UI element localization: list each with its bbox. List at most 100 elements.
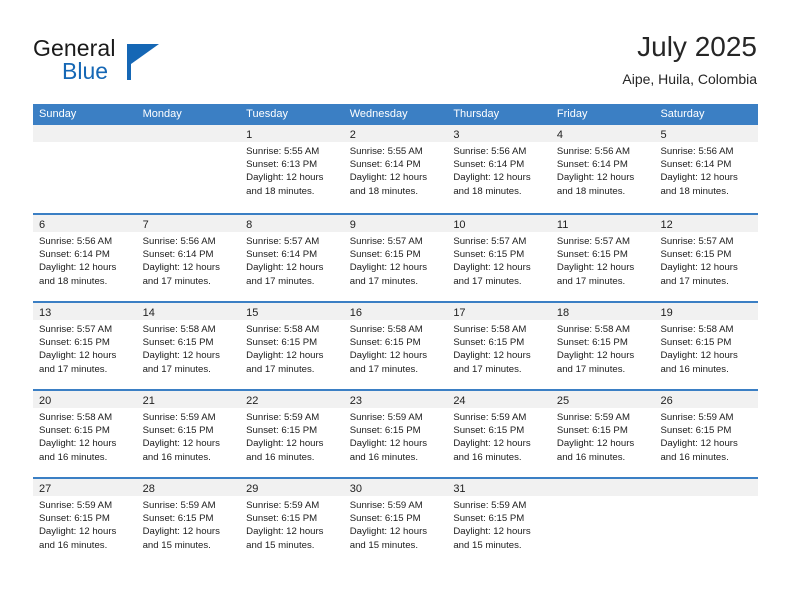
weekday-header-row: Sunday Monday Tuesday Wednesday Thursday… xyxy=(33,104,758,125)
day-number: 22 xyxy=(246,395,259,407)
day-cell[interactable]: 6 Sunrise: 5:56 AM Sunset: 6:14 PM Dayli… xyxy=(33,215,137,301)
daylight-text-line1: Daylight: 12 hours xyxy=(142,262,220,274)
day-details: Sunrise: 5:59 AM Sunset: 6:15 PM Dayligh… xyxy=(33,496,137,552)
daylight-text-line2: and 18 minutes. xyxy=(246,185,315,197)
day-details: Sunrise: 5:57 AM Sunset: 6:15 PM Dayligh… xyxy=(551,232,655,288)
day-cell[interactable]: 27 Sunrise: 5:59 AM Sunset: 6:15 PM Dayl… xyxy=(33,479,137,565)
title-block: July 2025 Aipe, Huila, Colombia xyxy=(622,30,757,89)
day-cell[interactable] xyxy=(136,125,241,213)
daylight-text-line2: and 17 minutes. xyxy=(246,363,315,375)
day-cell[interactable]: 1 Sunrise: 5:55 AM Sunset: 6:13 PM Dayli… xyxy=(240,125,344,213)
day-cell[interactable] xyxy=(550,479,655,565)
day-number-bar: 2 xyxy=(343,125,448,142)
day-cell[interactable] xyxy=(654,479,759,565)
daylight-text-line2: and 18 minutes. xyxy=(39,275,108,287)
sunrise-text: Sunrise: 5:56 AM xyxy=(660,146,734,157)
day-cell[interactable]: 29 Sunrise: 5:59 AM Sunset: 6:15 PM Dayl… xyxy=(240,479,344,565)
day-cell[interactable]: 28 Sunrise: 5:59 AM Sunset: 6:15 PM Dayl… xyxy=(136,479,241,565)
day-cell[interactable]: 17 Sunrise: 5:58 AM Sunset: 6:15 PM Dayl… xyxy=(447,303,551,389)
day-cell[interactable]: 5 Sunrise: 5:56 AM Sunset: 6:14 PM Dayli… xyxy=(654,125,759,213)
day-cell[interactable]: 24 Sunrise: 5:59 AM Sunset: 6:15 PM Dayl… xyxy=(447,391,551,477)
daylight-text-line1: Daylight: 12 hours xyxy=(246,172,324,184)
day-cell[interactable]: 21 Sunrise: 5:59 AM Sunset: 6:15 PM Dayl… xyxy=(136,391,241,477)
day-details: Sunrise: 5:57 AM Sunset: 6:15 PM Dayligh… xyxy=(654,232,758,288)
day-cell[interactable]: 7 Sunrise: 5:56 AM Sunset: 6:14 PM Dayli… xyxy=(136,215,241,301)
day-cell[interactable]: 12 Sunrise: 5:57 AM Sunset: 6:15 PM Dayl… xyxy=(654,215,759,301)
daylight-text-line1: Daylight: 12 hours xyxy=(453,350,531,362)
sunset-text: Sunset: 6:15 PM xyxy=(39,425,110,437)
sunset-text: Sunset: 6:15 PM xyxy=(556,425,628,437)
sunset-text: Sunset: 6:15 PM xyxy=(660,249,732,261)
sunrise-text: Sunrise: 5:56 AM xyxy=(453,146,527,157)
day-details: Sunrise: 5:56 AM Sunset: 6:14 PM Dayligh… xyxy=(137,232,241,288)
day-details: Sunrise: 5:55 AM Sunset: 6:13 PM Dayligh… xyxy=(240,142,344,198)
day-details: Sunrise: 5:57 AM Sunset: 6:14 PM Dayligh… xyxy=(240,232,344,288)
day-cell[interactable]: 4 Sunrise: 5:56 AM Sunset: 6:14 PM Dayli… xyxy=(550,125,655,213)
day-number-bar: 22 xyxy=(240,391,344,408)
day-cell[interactable] xyxy=(33,125,137,213)
daylight-text-line1: Daylight: 12 hours xyxy=(556,350,635,362)
daylight-text-line1: Daylight: 12 hours xyxy=(246,350,324,362)
daylight-text-line1: Daylight: 12 hours xyxy=(660,262,738,274)
calendar-week-row: 13 Sunrise: 5:57 AM Sunset: 6:15 PM Dayl… xyxy=(33,301,759,389)
day-cell[interactable]: 13 Sunrise: 5:57 AM Sunset: 6:15 PM Dayl… xyxy=(33,303,137,389)
day-cell[interactable]: 30 Sunrise: 5:59 AM Sunset: 6:15 PM Dayl… xyxy=(343,479,448,565)
daylight-text-line1: Daylight: 12 hours xyxy=(142,438,220,450)
sunset-text: Sunset: 6:15 PM xyxy=(246,337,318,349)
daylight-text-line2: and 15 minutes. xyxy=(246,539,315,551)
day-cell[interactable]: 31 Sunrise: 5:59 AM Sunset: 6:15 PM Dayl… xyxy=(447,479,551,565)
day-cell[interactable]: 26 Sunrise: 5:59 AM Sunset: 6:15 PM Dayl… xyxy=(654,391,759,477)
day-number-bar: 19 xyxy=(654,303,759,320)
daylight-text-line1: Daylight: 12 hours xyxy=(453,438,531,450)
daylight-text-line2: and 17 minutes. xyxy=(142,275,211,287)
day-number-bar xyxy=(33,125,137,142)
day-number: 2 xyxy=(349,129,356,141)
day-number-bar: 13 xyxy=(33,303,137,320)
day-number: 26 xyxy=(660,395,673,407)
sunset-text: Sunset: 6:15 PM xyxy=(349,249,421,261)
sunrise-text: Sunrise: 5:59 AM xyxy=(142,412,216,423)
day-cell[interactable]: 20 Sunrise: 5:58 AM Sunset: 6:15 PM Dayl… xyxy=(33,391,137,477)
day-details: Sunrise: 5:57 AM Sunset: 6:15 PM Dayligh… xyxy=(344,232,448,288)
sunset-text: Sunset: 6:15 PM xyxy=(660,337,732,349)
sunrise-text: Sunrise: 5:57 AM xyxy=(39,324,113,335)
weekday-header-friday: Friday xyxy=(556,108,588,120)
sunset-text: Sunset: 6:15 PM xyxy=(453,337,525,349)
sunset-text: Sunset: 6:15 PM xyxy=(556,249,628,261)
day-cell[interactable]: 19 Sunrise: 5:58 AM Sunset: 6:15 PM Dayl… xyxy=(654,303,759,389)
daylight-text-line1: Daylight: 12 hours xyxy=(349,438,428,450)
day-cell[interactable]: 14 Sunrise: 5:58 AM Sunset: 6:15 PM Dayl… xyxy=(136,303,241,389)
day-cell[interactable]: 11 Sunrise: 5:57 AM Sunset: 6:15 PM Dayl… xyxy=(550,215,655,301)
day-cell[interactable]: 9 Sunrise: 5:57 AM Sunset: 6:15 PM Dayli… xyxy=(343,215,448,301)
daylight-text-line1: Daylight: 12 hours xyxy=(142,526,220,538)
day-cell[interactable]: 22 Sunrise: 5:59 AM Sunset: 6:15 PM Dayl… xyxy=(240,391,344,477)
day-cell[interactable]: 3 Sunrise: 5:56 AM Sunset: 6:14 PM Dayli… xyxy=(447,125,551,213)
day-cell[interactable]: 18 Sunrise: 5:58 AM Sunset: 6:15 PM Dayl… xyxy=(550,303,655,389)
day-cell[interactable]: 16 Sunrise: 5:58 AM Sunset: 6:15 PM Dayl… xyxy=(343,303,448,389)
day-cell[interactable]: 15 Sunrise: 5:58 AM Sunset: 6:15 PM Dayl… xyxy=(240,303,344,389)
day-cell[interactable]: 2 Sunrise: 5:55 AM Sunset: 6:14 PM Dayli… xyxy=(343,125,448,213)
day-cell[interactable]: 10 Sunrise: 5:57 AM Sunset: 6:15 PM Dayl… xyxy=(447,215,551,301)
day-number: 8 xyxy=(246,219,253,231)
sunset-text: Sunset: 6:15 PM xyxy=(349,337,421,349)
page-header: General Blue July 2025 Aipe, Huila, Colo… xyxy=(33,30,757,98)
calendar-week-row: 20 Sunrise: 5:58 AM Sunset: 6:15 PM Dayl… xyxy=(33,389,759,477)
daylight-text-line1: Daylight: 12 hours xyxy=(246,262,324,274)
day-cell[interactable]: 25 Sunrise: 5:59 AM Sunset: 6:15 PM Dayl… xyxy=(550,391,655,477)
sunset-text: Sunset: 6:14 PM xyxy=(246,249,318,261)
day-cell[interactable]: 8 Sunrise: 5:57 AM Sunset: 6:14 PM Dayli… xyxy=(240,215,344,301)
day-details: Sunrise: 5:59 AM Sunset: 6:15 PM Dayligh… xyxy=(551,408,655,464)
day-number: 17 xyxy=(453,307,466,319)
day-details: Sunrise: 5:59 AM Sunset: 6:15 PM Dayligh… xyxy=(344,408,448,464)
day-number-bar: 5 xyxy=(654,125,759,142)
day-cell[interactable]: 23 Sunrise: 5:59 AM Sunset: 6:15 PM Dayl… xyxy=(343,391,448,477)
weekday-header-saturday: Saturday xyxy=(660,108,705,120)
sunset-text: Sunset: 6:15 PM xyxy=(142,425,214,437)
day-details: Sunrise: 5:59 AM Sunset: 6:15 PM Dayligh… xyxy=(654,408,758,464)
daylight-text-line1: Daylight: 12 hours xyxy=(246,526,324,538)
day-details: Sunrise: 5:55 AM Sunset: 6:14 PM Dayligh… xyxy=(344,142,448,198)
general-blue-logo: General Blue xyxy=(33,35,233,91)
weekday-header-wednesday: Wednesday xyxy=(349,108,408,120)
day-number-bar: 8 xyxy=(240,215,344,232)
day-details xyxy=(654,496,758,499)
